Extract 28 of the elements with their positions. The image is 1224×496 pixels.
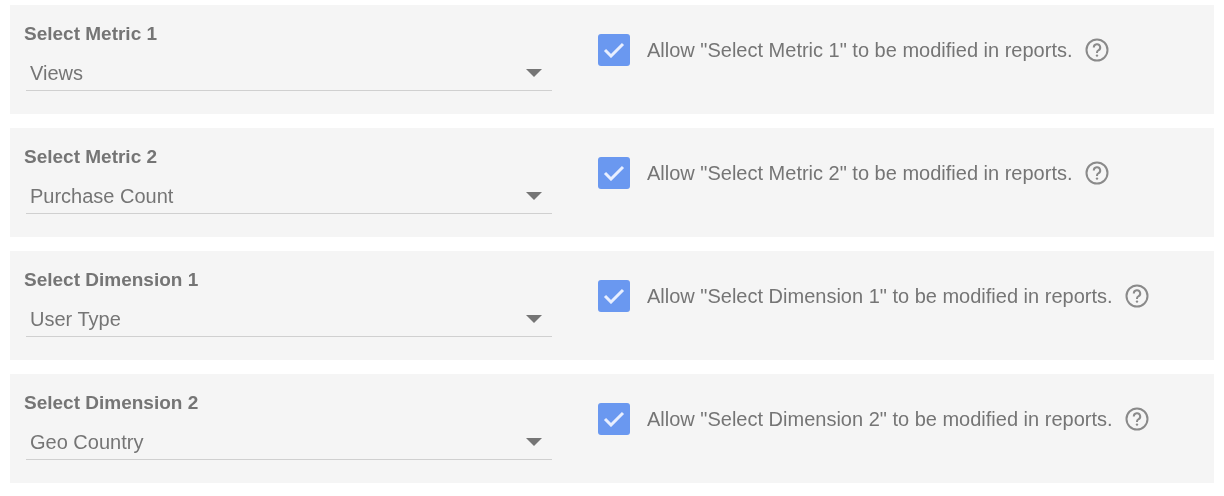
dropdown-select[interactable]: User Type <box>26 302 552 337</box>
field-label: Select Metric 1 <box>24 22 159 45</box>
checkbox[interactable] <box>598 156 630 189</box>
checkbox-label: Allow "Select Dimension 2" to be modified in reports. <box>647 406 1113 432</box>
field-label: Select Dimension 1 <box>24 268 200 291</box>
help-icon[interactable] <box>1084 37 1109 62</box>
checkbox-label: Allow "Select Metric 1" to be modified in reports. <box>647 37 1073 63</box>
checkbox-label: Allow "Select Metric 2" to be modified in reports. <box>647 160 1073 186</box>
caret-icon <box>526 438 542 446</box>
dropdown-select[interactable]: Geo Country <box>26 425 552 460</box>
dropdown-select[interactable]: Views <box>26 56 552 91</box>
dropdown-select[interactable]: Purchase Count <box>26 179 552 214</box>
check-icon <box>603 41 625 58</box>
check-icon <box>603 164 625 181</box>
checkbox[interactable] <box>598 402 630 435</box>
caret-icon <box>526 315 542 323</box>
field-label: Select Dimension 2 <box>24 391 200 414</box>
help-icon[interactable] <box>1124 406 1149 431</box>
help-icon[interactable] <box>1124 283 1149 308</box>
checkbox[interactable] <box>598 33 630 66</box>
caret-icon <box>526 192 542 200</box>
caret-icon <box>526 69 542 77</box>
field-label: Select Metric 2 <box>24 145 159 168</box>
check-icon <box>603 287 625 304</box>
check-icon <box>603 410 625 427</box>
checkbox[interactable] <box>598 279 630 312</box>
checkbox-label: Allow "Select Dimension 1" to be modified in reports. <box>647 283 1113 309</box>
help-icon[interactable] <box>1084 160 1109 185</box>
